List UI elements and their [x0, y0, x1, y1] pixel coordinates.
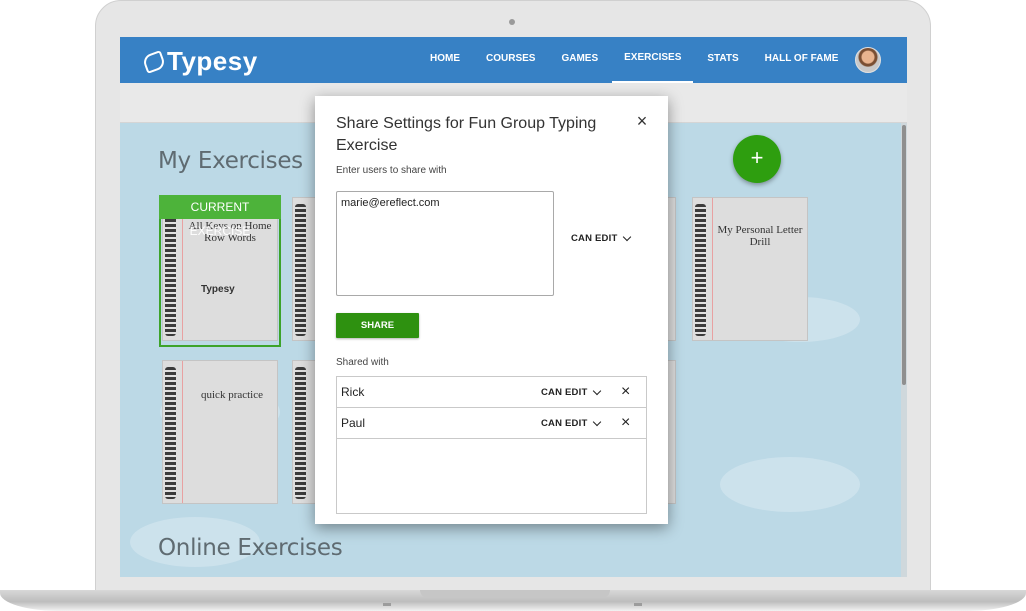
enter-users-label: Enter users to share with [336, 165, 447, 176]
app-logo[interactable]: Typesy [141, 46, 258, 77]
nav-home[interactable]: HOME [418, 37, 472, 83]
user-avatar[interactable] [855, 47, 881, 73]
scrollbar-thumb[interactable] [902, 125, 906, 385]
logo-text: Typesy [167, 46, 258, 76]
main-nav: HOME COURSES GAMES EXERCISES STATS HALL … [418, 37, 852, 83]
share-button[interactable]: SHARE [336, 313, 419, 338]
spiral-binding [295, 204, 306, 336]
current-exercise-label: CURRENT EXERCISE [159, 195, 281, 238]
row-permission-dropdown[interactable]: CAN EDIT [541, 386, 602, 398]
notebook-margin-line [182, 198, 183, 340]
laptop-notch [420, 590, 610, 598]
exercise-title: My Personal Letter Drill [717, 224, 803, 248]
exercise-title: quick practice [201, 389, 263, 401]
list-item: Paul CAN EDIT × [337, 408, 646, 439]
permission-value: CAN EDIT [541, 387, 588, 398]
webcam-icon [509, 19, 515, 25]
nav-courses[interactable]: COURSES [474, 37, 547, 83]
notebook-margin-line [182, 361, 183, 503]
nav-games[interactable]: GAMES [549, 37, 610, 83]
users-input[interactable]: marie@ereflect.com [336, 191, 554, 296]
remove-user-icon[interactable]: × [621, 384, 630, 400]
spiral-binding [695, 204, 706, 336]
permission-dropdown[interactable]: CAN EDIT [571, 232, 632, 244]
shared-user-name: Rick [341, 385, 365, 399]
chevron-down-icon [593, 417, 602, 426]
add-exercise-button[interactable]: + [733, 135, 781, 183]
chevron-down-icon [623, 232, 632, 241]
typesy-logo-icon [141, 49, 167, 74]
permission-value: CAN EDIT [571, 233, 618, 244]
share-settings-modal: Share Settings for Fun Group Typing Exer… [315, 96, 668, 524]
my-exercises-title: My Exercises [158, 148, 303, 174]
nav-stats[interactable]: STATS [695, 37, 750, 83]
spiral-binding [295, 367, 306, 499]
row-permission-dropdown[interactable]: CAN EDIT [541, 417, 602, 429]
permission-value: CAN EDIT [541, 418, 588, 429]
online-exercises-title: Online Exercises [158, 535, 343, 561]
laptop-foot [634, 603, 642, 606]
spiral-binding [165, 367, 176, 499]
laptop-foot [383, 603, 391, 606]
top-navigation-bar: Typesy HOME COURSES GAMES EXERCISES STAT… [120, 37, 907, 83]
exercise-card[interactable]: My Personal Letter Drill [692, 197, 808, 341]
shared-with-list: Rick CAN EDIT × Paul CAN EDIT × [336, 376, 647, 514]
shared-user-name: Paul [341, 416, 366, 430]
modal-title: Share Settings for Fun Group Typing Exer… [336, 115, 597, 154]
nav-hall-of-fame[interactable]: HALL OF FAME [753, 37, 851, 83]
chevron-down-icon [593, 386, 602, 395]
list-item: Rick CAN EDIT × [337, 377, 646, 408]
shared-with-label: Shared with [336, 357, 389, 368]
cloud-decoration [720, 457, 860, 512]
notebook-margin-line [712, 198, 713, 340]
spiral-binding [165, 204, 176, 336]
close-icon[interactable]: × [633, 112, 651, 130]
remove-user-icon[interactable]: × [621, 415, 630, 431]
exercise-author: Typesy [201, 284, 235, 295]
nav-exercises[interactable]: EXERCISES [612, 37, 694, 83]
exercise-card[interactable]: quick practice [162, 360, 278, 504]
